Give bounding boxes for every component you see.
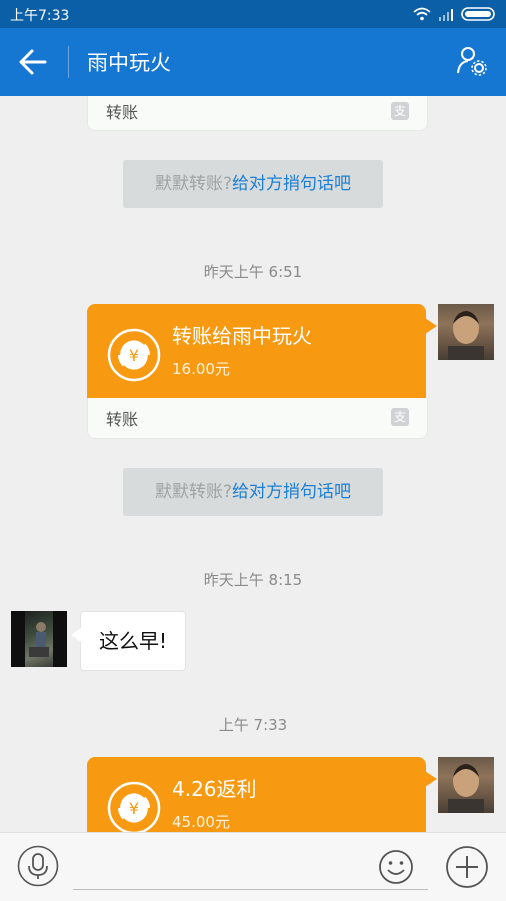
transfer-card[interactable]: ¥ 4.26返利 45.00元 [87, 757, 437, 832]
transfer-amount: 16.00元 [172, 360, 230, 378]
avatar-me-face [448, 764, 484, 813]
bubble-tail [425, 318, 437, 334]
notice-link[interactable]: 给对方捎句话吧 [232, 174, 351, 194]
yuan-exchange-icon: ¥ [107, 781, 161, 832]
status-bar: 上午7:33 [0, 0, 506, 28]
plus-icon[interactable] [445, 845, 489, 889]
transfer-footer-label: 转账 [106, 410, 139, 429]
back-arrow-icon[interactable] [18, 48, 48, 76]
yuan-exchange-icon: ¥ [107, 328, 161, 382]
avatar-contact[interactable] [11, 611, 67, 667]
avatar-me-face [448, 311, 484, 360]
battery-icon [461, 7, 495, 21]
transfer-card-footer[interactable]: 转账 支 [87, 96, 428, 131]
transfer-title: 转账给雨中玩火 [172, 324, 312, 348]
transfer-card-footer[interactable]: 转账 支 [87, 398, 428, 439]
avatar-me[interactable] [438, 757, 494, 813]
message-input[interactable] [73, 847, 428, 890]
transfer-title: 4.26返利 [172, 777, 257, 801]
transfer-card[interactable]: ¥ 转账给雨中玩火 16.00元 [87, 304, 437, 398]
timestamp: 上午 7:33 [218, 716, 288, 734]
notice-text: 默默转账? [154, 482, 233, 502]
notice-link[interactable]: 给对方捎句话吧 [232, 482, 351, 502]
emoji-icon[interactable] [378, 849, 414, 885]
wifi-icon [413, 7, 431, 16]
chat-area[interactable]: 转账 支 默默转账?给对方捎句话吧 昨天上午 6:51 ¥ 转账给雨中玩火 16… [0, 96, 506, 832]
notice-message: 默默转账?给对方捎句话吧 [123, 468, 383, 516]
message-bubble-incoming[interactable]: 这么早! [71, 611, 187, 671]
transfer-footer-label: 转账 [106, 103, 139, 122]
microphone-icon[interactable] [17, 845, 59, 887]
message-text: 这么早! [99, 629, 168, 653]
timestamp: 昨天上午 8:15 [203, 571, 303, 589]
avatar-me[interactable] [438, 304, 494, 360]
signal-icon [439, 9, 453, 21]
bubble-tail [71, 628, 81, 642]
contact-settings-icon[interactable] [456, 45, 488, 77]
alipay-icon: 支 [391, 408, 409, 426]
svg-text:¥: ¥ [129, 799, 139, 818]
input-bar [0, 832, 506, 901]
timestamp: 昨天上午 6:51 [203, 263, 303, 281]
avatar-contact-photo [11, 611, 67, 667]
status-icons [413, 7, 495, 21]
notice-text: 默默转账? [154, 174, 233, 194]
notice-message: 默默转账?给对方捎句话吧 [123, 160, 383, 208]
chat-title: 雨中玩火 [87, 51, 171, 75]
status-time: 上午7:33 [10, 8, 70, 24]
header-divider [68, 46, 69, 78]
bubble-tail [425, 771, 437, 787]
alipay-icon: 支 [391, 102, 409, 120]
wifi-dot [420, 16, 424, 21]
svg-text:¥: ¥ [129, 346, 139, 365]
transfer-amount: 45.00元 [172, 813, 230, 831]
chat-header: 雨中玩火 [0, 28, 506, 96]
